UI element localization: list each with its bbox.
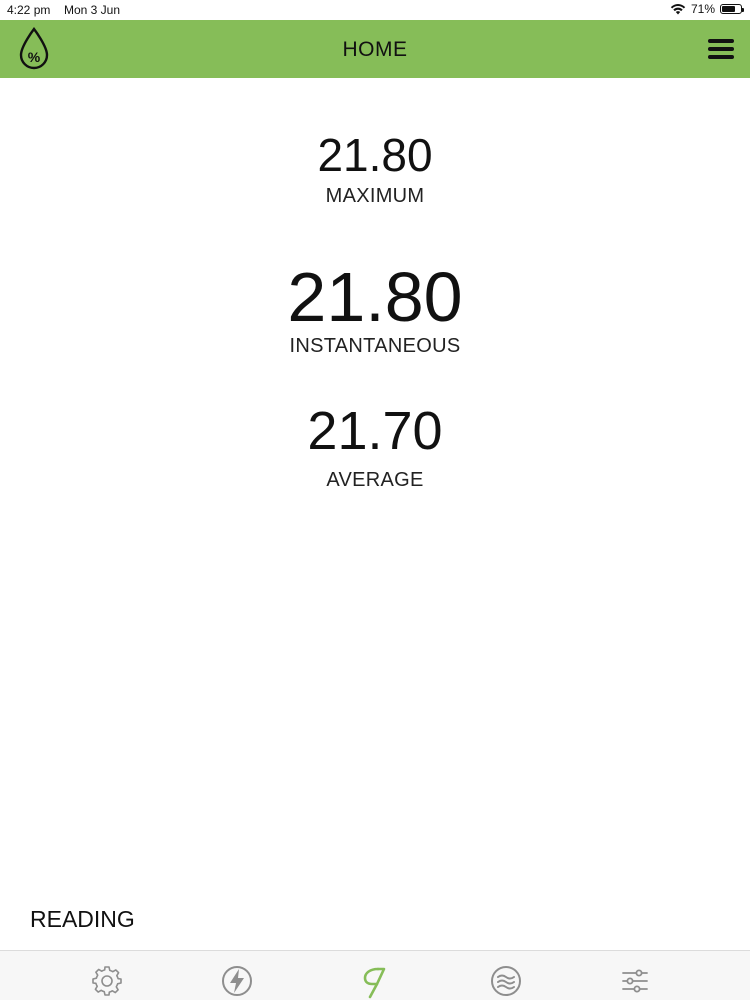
status-date: Mon 3 Jun	[64, 3, 121, 17]
tab-power[interactable]	[219, 963, 255, 999]
average-value: 21.70	[307, 401, 443, 461]
average-label: AVERAGE	[326, 469, 424, 491]
page-title: HOME	[342, 38, 408, 61]
sliders-icon	[622, 969, 648, 993]
maximum-value: 21.80	[317, 129, 433, 181]
tab-bar	[0, 950, 750, 1000]
gear-icon	[92, 966, 122, 996]
maximum-reading: 21.80 MAXIMUM	[0, 132, 750, 206]
tab-waves[interactable]	[488, 963, 524, 999]
tab-settings[interactable]	[89, 963, 125, 999]
maximum-label: MAXIMUM	[325, 185, 425, 207]
waves-icon	[491, 966, 521, 996]
hamburger-menu-icon[interactable]	[708, 39, 734, 59]
battery-percent: 71%	[690, 2, 715, 16]
tab-adjustments[interactable]	[617, 963, 653, 999]
status-bar: 4:22 pm Mon 3 Jun 71%	[0, 0, 750, 20]
status-time: 4:22 pm	[7, 3, 51, 17]
status-indicators: 71%	[670, 2, 744, 16]
battery-icon	[720, 4, 744, 14]
wifi-icon	[670, 4, 686, 15]
tab-home[interactable]	[356, 963, 392, 999]
instantaneous-value: 21.80	[287, 258, 463, 336]
instantaneous-reading: 21.80 INSTANTANEOUS	[0, 262, 750, 356]
app-header: % HOME	[0, 20, 750, 78]
brand-logo-icon	[363, 967, 386, 999]
instantaneous-label: INSTANTANEOUS	[289, 335, 461, 357]
mode-label: READING	[30, 906, 135, 932]
average-reading: 21.70 AVERAGE	[0, 404, 750, 490]
lightning-icon	[222, 966, 252, 996]
